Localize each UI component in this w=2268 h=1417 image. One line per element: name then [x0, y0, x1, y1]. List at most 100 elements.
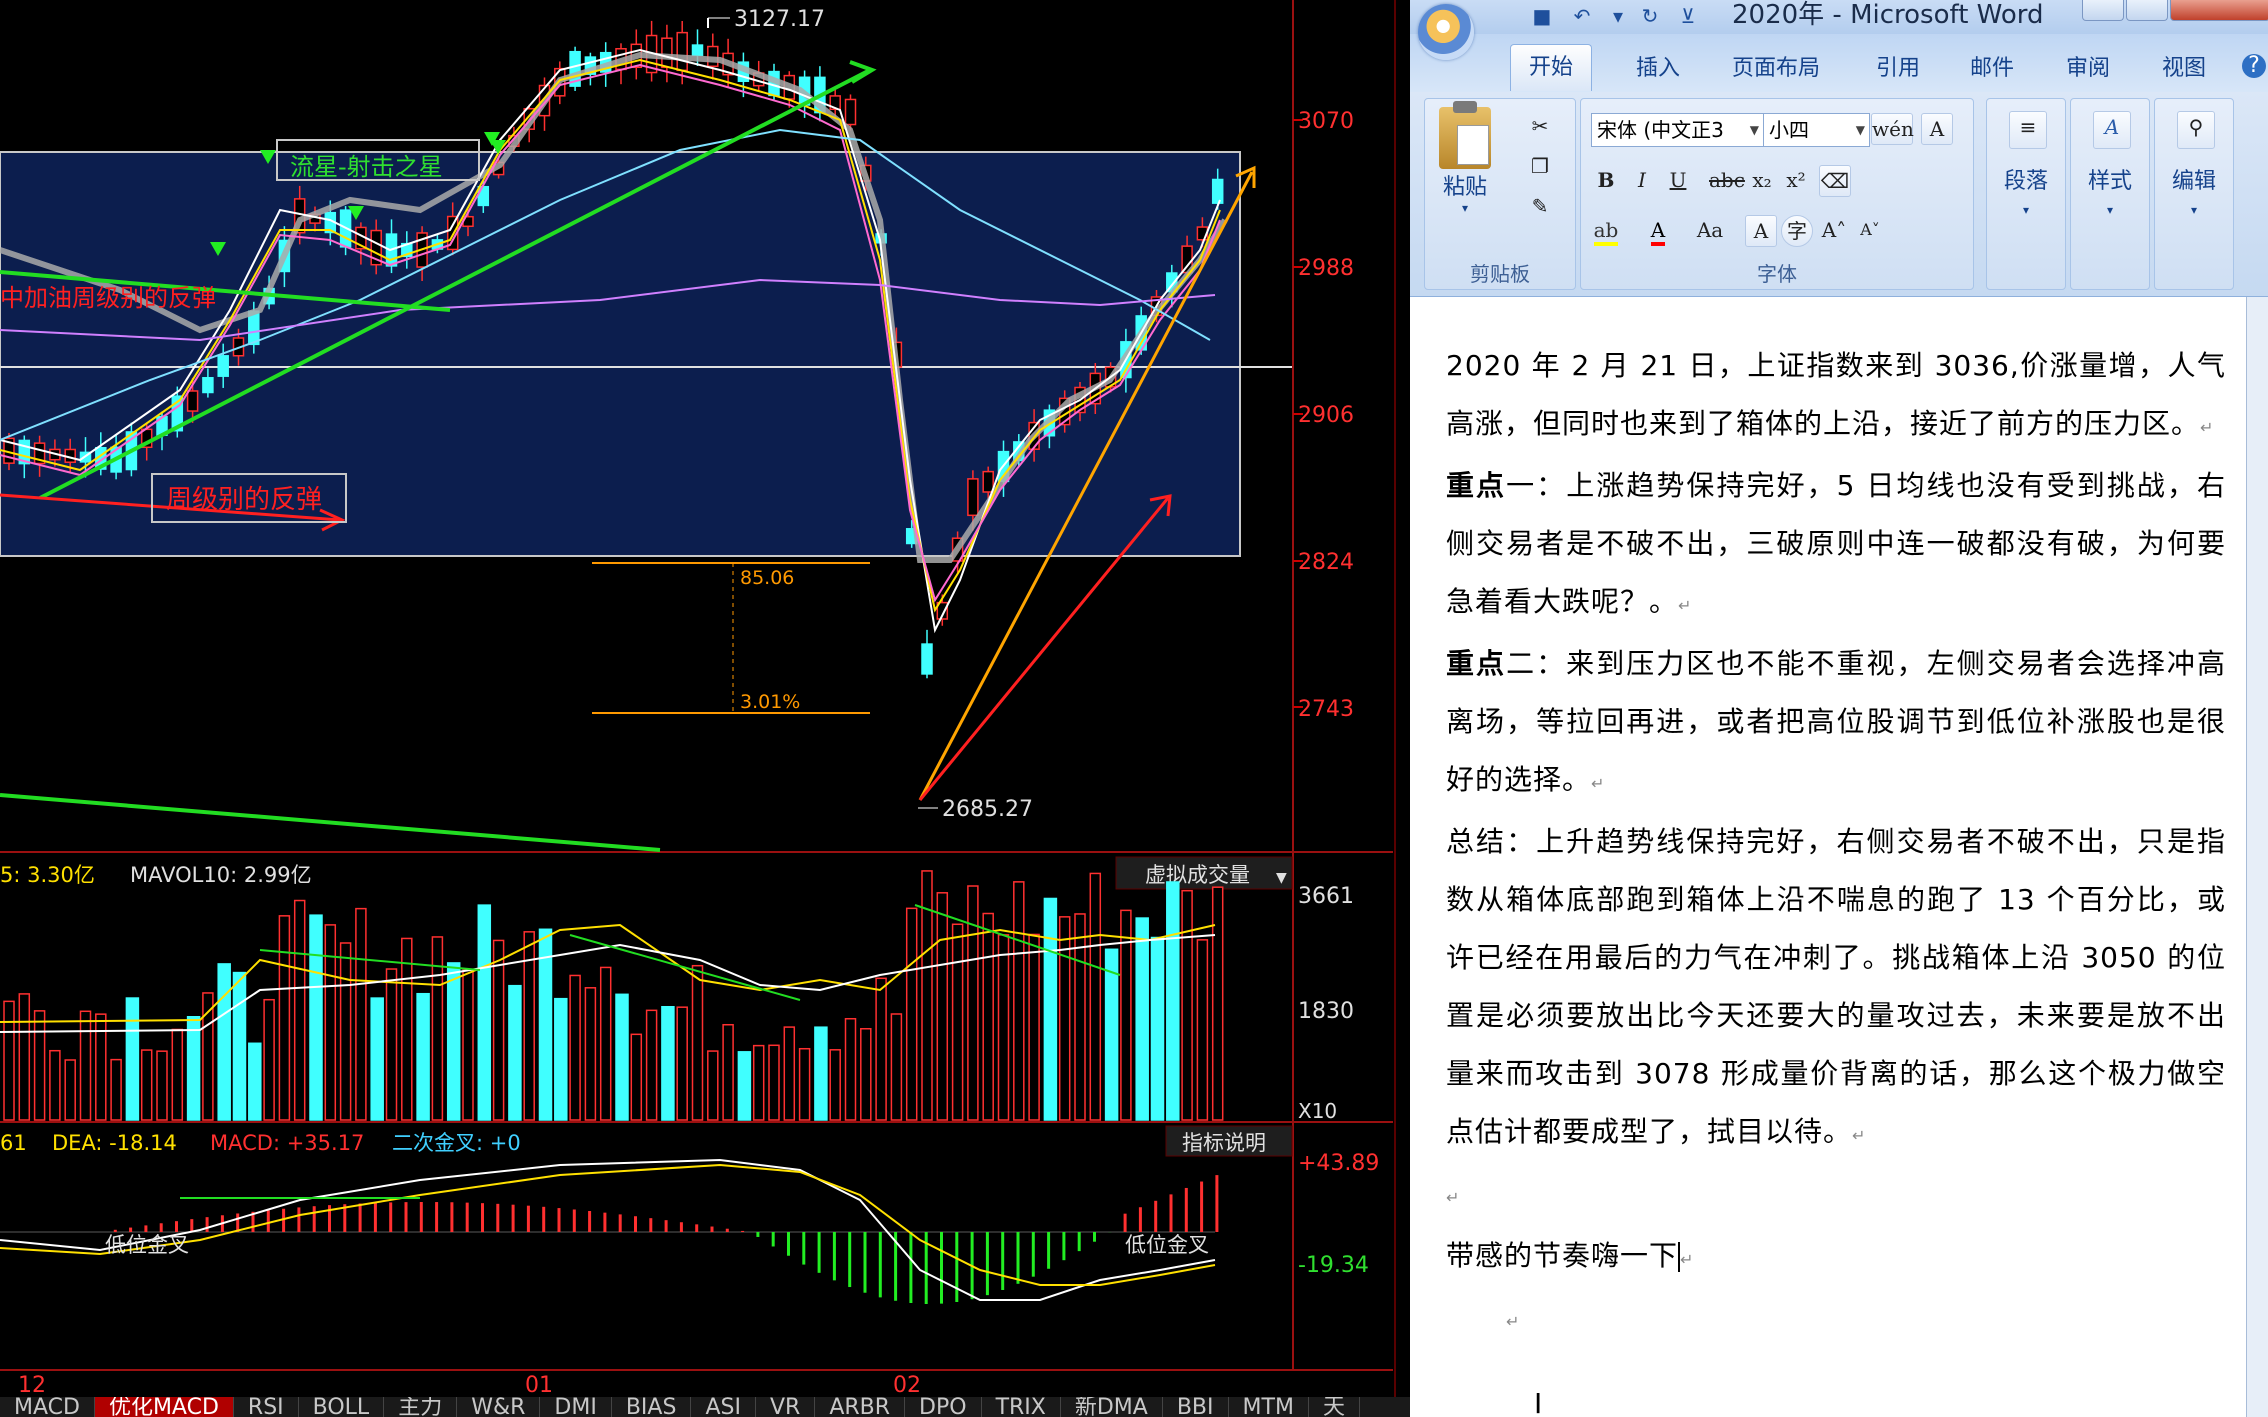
tab-review[interactable]: 审阅	[2066, 54, 2110, 84]
subscript-icon[interactable]: x₂	[1747, 165, 1777, 195]
superscript-icon[interactable]: x²	[1781, 165, 1811, 195]
volume-bar	[156, 1050, 168, 1121]
tab-page-layout[interactable]: 页面布局	[1732, 54, 1820, 84]
volume-bar	[630, 1033, 643, 1121]
copy-icon[interactable]: ❐	[1525, 151, 1555, 181]
volume-bar	[492, 939, 505, 1121]
tab-macd[interactable]: MACD	[0, 1397, 95, 1417]
tab-wr[interactable]: W&R	[457, 1397, 541, 1417]
strikethrough-icon[interactable]: abc	[1709, 165, 1745, 195]
paragraph-5-text: 带感的节奏嗨一下	[1446, 1239, 1679, 1272]
editing-group[interactable]: ⚲ 编辑 ▾	[2154, 98, 2234, 290]
binoculars-icon: ⚲	[2177, 111, 2215, 149]
tab-new-dma[interactable]: 新DMA	[1061, 1397, 1163, 1417]
price-level-label: 3070	[1298, 109, 1354, 134]
stock-chart-pane[interactable]: 3070 2988 2906 2824 2743 流星-射击之星 中加油周级别的…	[0, 0, 1410, 1417]
volume-bar	[125, 997, 140, 1121]
close-button[interactable]	[2170, 0, 2268, 21]
candle-body	[921, 643, 933, 675]
styles-group[interactable]: A 样式 ▾	[2070, 98, 2150, 290]
volume-bar	[967, 885, 979, 1121]
maximize-button[interactable]	[2126, 0, 2168, 21]
cut-icon[interactable]: ✂	[1525, 111, 1555, 141]
tab-dmi[interactable]: DMI	[540, 1397, 612, 1417]
paragraph-icon: ≡	[2009, 111, 2047, 149]
tab-arbr[interactable]: ARBR	[815, 1397, 906, 1417]
tab-trix[interactable]: TRIX	[982, 1397, 1061, 1417]
paragraph-1-text: 2020 年 2 月 21 日，上证指数来到 3036,价涨量增，人气高涨，但同…	[1446, 349, 2226, 440]
help-icon[interactable]: ?	[2242, 54, 2266, 78]
font-name-combo[interactable]: 宋体 (中文正3 ▼	[1591, 113, 1764, 147]
tab-references[interactable]: 引用	[1876, 54, 1920, 84]
enclose-char-icon[interactable]: 字	[1781, 215, 1813, 247]
candle-body	[186, 390, 199, 412]
tab-mtm[interactable]: MTM	[1229, 1397, 1309, 1417]
tab-boll[interactable]: BOLL	[299, 1397, 385, 1417]
tab-home[interactable]: 开始	[1510, 44, 1593, 91]
tab-mailings[interactable]: 邮件	[1970, 54, 2014, 84]
volume-bar	[1074, 913, 1086, 1121]
ibeam-cursor-icon: I	[1534, 1387, 1543, 1417]
tab-view[interactable]: 视图	[2162, 54, 2206, 84]
ribbon: 粘贴 ▾ ✂ ❐ ✎ 剪贴板 宋体 (中文正3 ▼ 小四 ▼ wén A B I U…	[1410, 92, 2268, 297]
change-case-icon[interactable]: Aa	[1695, 215, 1725, 245]
underline-icon[interactable]: U	[1663, 165, 1693, 195]
redo-icon[interactable]: ↻	[1638, 4, 1662, 28]
grow-font-icon[interactable]: A˄	[1819, 215, 1849, 245]
tab-main-force[interactable]: 主力	[384, 1397, 458, 1417]
undo-dropdown-icon[interactable]: ▾	[1606, 4, 1630, 28]
tab-insert[interactable]: 插入	[1636, 54, 1680, 84]
paste-button[interactable]: 粘贴 ▾	[1435, 101, 1495, 215]
tab-bias[interactable]: BIAS	[612, 1397, 692, 1417]
save-icon[interactable]: ■	[1530, 4, 1554, 28]
highlight-icon[interactable]: ab	[1591, 215, 1621, 246]
undo-icon[interactable]: ↶	[1570, 4, 1594, 28]
char-shading-icon[interactable]: A	[1745, 215, 1777, 247]
candle-body	[676, 31, 688, 72]
volume-type-dropdown[interactable]: 虚拟成交量	[1145, 863, 1250, 887]
indicator-help-button[interactable]: 指标说明	[1182, 1131, 1266, 1155]
macd-dea-label: DEA: -18.14	[52, 1131, 177, 1155]
price-level-label: 2988	[1298, 256, 1354, 281]
tab-vr[interactable]: VR	[756, 1397, 816, 1417]
tab-more[interactable]: 天	[1309, 1397, 1360, 1417]
volume-bar	[385, 968, 398, 1121]
volume-bar	[1166, 881, 1180, 1121]
document-page[interactable]: 2020 年 2 月 21 日，上证指数来到 3036,价涨量增，人气高涨，但同…	[1410, 297, 2248, 1417]
minimize-button[interactable]	[2082, 0, 2124, 21]
stock-chart[interactable]: 3070 2988 2906 2824 2743 流星-射击之星 中加油周级别的…	[0, 0, 1410, 1417]
volume-bar	[324, 924, 337, 1121]
volume-bar	[339, 942, 352, 1121]
volume-bar	[171, 1028, 184, 1121]
format-painter-icon[interactable]: ✎	[1525, 191, 1555, 221]
paragraph-3: 重点二：来到压力区也不能不重视，左侧交易者会选择冲高离场，等拉回再进，或者把高位…	[1446, 647, 2226, 796]
tab-rsi[interactable]: RSI	[234, 1397, 299, 1417]
volume-bar	[462, 969, 474, 1121]
tab-asi[interactable]: ASI	[691, 1397, 756, 1417]
shrink-font-icon[interactable]: A˅	[1855, 215, 1885, 245]
volume-bar	[508, 984, 522, 1121]
office-button[interactable]	[1418, 4, 1474, 60]
char-border-icon[interactable]: A	[1921, 113, 1953, 145]
volume-bar	[278, 915, 291, 1121]
document-body[interactable]: 2020 年 2 月 21 日，上证指数来到 3036,价涨量增，人气高涨，但同…	[1446, 337, 2226, 1351]
phonetic-guide-icon[interactable]: wén	[1871, 113, 1914, 145]
font-color-icon[interactable]: A	[1643, 215, 1673, 246]
clipboard-icon	[1439, 101, 1491, 169]
volume-bar	[905, 907, 918, 1121]
customize-quick-access-icon[interactable]: ⊻	[1676, 4, 1700, 28]
italic-icon[interactable]: I	[1627, 165, 1657, 195]
volume-bar	[186, 1016, 201, 1121]
bold-icon[interactable]: B	[1591, 165, 1621, 195]
vertical-scrollbar[interactable]	[2246, 297, 2268, 1417]
tab-dpo[interactable]: DPO	[905, 1397, 982, 1417]
volume-bar	[798, 1047, 811, 1121]
tab-optimized-macd[interactable]: 优化MACD	[94, 1397, 234, 1417]
clear-format-icon[interactable]: ⌫	[1819, 165, 1851, 197]
paragraph-group[interactable]: ≡ 段落 ▾	[1986, 98, 2066, 290]
tab-bbi[interactable]: BBI	[1163, 1397, 1229, 1417]
candle-body	[844, 98, 857, 126]
candle-body	[202, 377, 214, 394]
volume-bar	[1058, 916, 1071, 1121]
font-size-combo[interactable]: 小四 ▼	[1763, 113, 1870, 147]
